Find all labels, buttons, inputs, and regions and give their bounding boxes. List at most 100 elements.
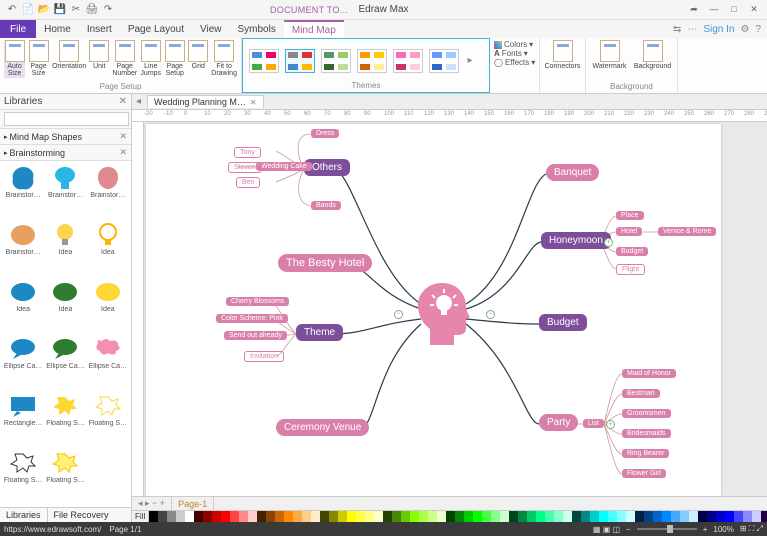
color-swatch[interactable] xyxy=(365,511,374,522)
lib-cat-mindmap[interactable]: ▸Mind Map Shapes✕ xyxy=(0,129,131,145)
node-tony[interactable]: Tony xyxy=(234,147,261,158)
node-hm-hotel[interactable]: Hotel xyxy=(616,227,642,236)
node-colorscheme[interactable]: Color Scheme: Pink xyxy=(216,314,288,323)
connectors-button[interactable]: Connectors xyxy=(544,40,581,70)
color-swatch[interactable] xyxy=(149,511,158,522)
color-swatch[interactable] xyxy=(230,511,239,522)
more-icon[interactable]: ⋯ xyxy=(687,24,697,35)
color-swatch[interactable] xyxy=(572,511,581,522)
tab-insert[interactable]: Insert xyxy=(79,20,120,38)
qat-save-icon[interactable]: 💾 xyxy=(54,4,66,16)
color-swatch[interactable] xyxy=(626,511,635,522)
color-swatch[interactable] xyxy=(248,511,257,522)
node-party[interactable]: Party xyxy=(539,414,578,431)
color-swatch[interactable] xyxy=(320,511,329,522)
maximize-icon[interactable]: □ xyxy=(725,4,743,15)
colors-dropdown[interactable]: Colors▾ xyxy=(494,40,533,49)
tab-symbols[interactable]: Symbols xyxy=(230,20,284,38)
library-close-icon[interactable]: ✕ xyxy=(119,96,127,107)
auto-size-button[interactable]: Auto Size xyxy=(4,40,25,78)
effects-dropdown[interactable]: ◯Effects▾ xyxy=(494,58,535,67)
shape-idea-4[interactable]: Idea xyxy=(45,278,85,333)
shape-idea-5[interactable]: Idea xyxy=(88,278,128,333)
color-swatch[interactable] xyxy=(491,511,500,522)
color-swatch[interactable] xyxy=(455,511,464,522)
color-swatch[interactable] xyxy=(446,511,455,522)
color-swatch[interactable] xyxy=(293,511,302,522)
color-swatch[interactable] xyxy=(284,511,293,522)
node-maid[interactable]: Maid of Honor xyxy=(622,369,676,378)
node-ben[interactable]: Ben xyxy=(236,177,260,188)
color-swatch[interactable] xyxy=(194,511,203,522)
node-venice[interactable]: Venice & Rome xyxy=(658,227,716,236)
color-swatch[interactable] xyxy=(311,511,320,522)
color-swatch[interactable] xyxy=(374,511,383,522)
node-ring[interactable]: Ring Bearer xyxy=(622,449,669,458)
orientation-button[interactable]: Orientation xyxy=(52,40,86,70)
status-view-icons[interactable]: ▦ ▣ ◫ xyxy=(593,525,620,534)
node-dress[interactable]: Dress xyxy=(311,129,339,138)
color-swatch[interactable] xyxy=(410,511,419,522)
unit-button[interactable]: Unit xyxy=(89,40,109,70)
page-number-button[interactable]: Page Number xyxy=(112,40,137,78)
zoom-slider[interactable] xyxy=(637,528,697,530)
tab-view[interactable]: View xyxy=(192,20,230,38)
color-swatch[interactable] xyxy=(734,511,743,522)
color-swatch[interactable] xyxy=(356,511,365,522)
qat-new-icon[interactable]: 📄 xyxy=(22,4,34,16)
shape-idea-3[interactable]: Idea xyxy=(3,278,43,333)
doctab-prev-icon[interactable]: ◂ xyxy=(132,96,145,107)
share-icon[interactable]: ➦ xyxy=(685,4,703,15)
color-swatch[interactable] xyxy=(554,511,563,522)
color-swatch[interactable] xyxy=(347,511,356,522)
node-honeymoon[interactable]: Honeymoon xyxy=(541,232,611,249)
expand-handle-honeymoon[interactable]: + xyxy=(604,238,613,247)
color-swatch[interactable] xyxy=(617,511,626,522)
node-flight[interactable]: Flight xyxy=(616,264,645,275)
color-swatch[interactable] xyxy=(518,511,527,522)
color-swatch[interactable] xyxy=(221,511,230,522)
color-swatch[interactable] xyxy=(302,511,311,522)
zoom-in-icon[interactable]: + xyxy=(703,525,708,534)
color-swatch[interactable] xyxy=(203,511,212,522)
theme-4[interactable] xyxy=(357,49,387,73)
node-list[interactable]: List xyxy=(583,419,604,428)
node-banquet[interactable]: Banquet xyxy=(546,164,599,181)
color-swatch[interactable] xyxy=(599,511,608,522)
color-swatch[interactable] xyxy=(653,511,662,522)
color-swatch[interactable] xyxy=(752,511,761,522)
color-swatch[interactable] xyxy=(671,511,680,522)
expand-handle-right[interactable]: − xyxy=(486,310,495,319)
node-cake[interactable]: Wedding Cake xyxy=(256,162,312,171)
node-groomsmen[interactable]: Groomsmen xyxy=(622,409,671,418)
color-swatch[interactable] xyxy=(257,511,266,522)
signin-link[interactable]: Sign In xyxy=(703,24,734,35)
help-icon[interactable]: ? xyxy=(755,24,761,35)
color-swatch[interactable] xyxy=(500,511,509,522)
expand-handle-list[interactable]: + xyxy=(606,420,615,429)
node-flower[interactable]: Flower Girl xyxy=(622,469,666,478)
lib-footer-libraries[interactable]: Libraries xyxy=(0,508,48,522)
color-swatch[interactable] xyxy=(545,511,554,522)
color-swatch[interactable] xyxy=(392,511,401,522)
node-bands[interactable]: Bands xyxy=(311,201,341,210)
node-place[interactable]: Place xyxy=(616,211,644,220)
node-cherry[interactable]: Cherry Blossoms xyxy=(226,297,289,306)
status-right-icons[interactable]: ⊞ ⛶ ⤢ xyxy=(740,524,763,534)
page-tab-nav[interactable]: ◂ ▸ − + xyxy=(132,497,172,510)
color-swatch[interactable] xyxy=(437,511,446,522)
shape-brain-2[interactable]: Brainstor… xyxy=(45,164,85,219)
color-swatch[interactable] xyxy=(581,511,590,522)
theme-3[interactable] xyxy=(321,49,351,73)
shape-brain-4[interactable]: Brainstor… xyxy=(3,221,43,276)
color-swatch[interactable] xyxy=(275,511,284,522)
color-swatch[interactable] xyxy=(329,511,338,522)
qat-redo-icon[interactable]: ↷ xyxy=(102,4,114,16)
qat-cut-icon[interactable]: ✂ xyxy=(70,4,82,16)
node-hotel[interactable]: The Besty Hotel xyxy=(278,254,372,272)
shape-ellipse-3[interactable]: Ellipse Ca… xyxy=(88,335,128,390)
shape-float-2[interactable]: Floating S… xyxy=(88,392,128,447)
qat-undo-icon[interactable]: ↶ xyxy=(6,4,18,16)
fonts-dropdown[interactable]: AFonts▾ xyxy=(494,49,528,58)
canvas[interactable]: Others Dress Tony Wedding Cake Steven Be… xyxy=(132,122,767,496)
